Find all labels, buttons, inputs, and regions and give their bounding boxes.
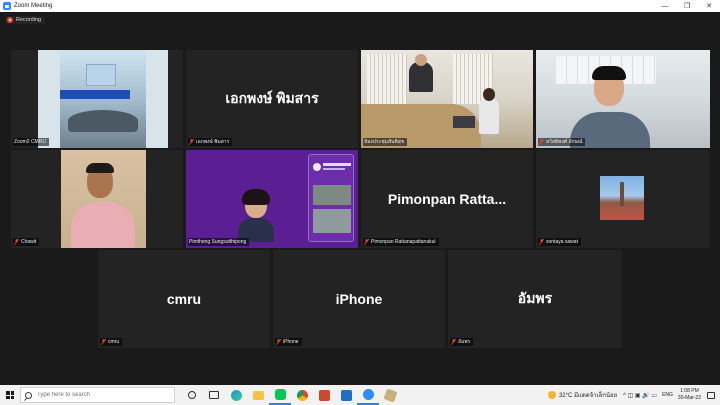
taskbar-apps: [181, 385, 401, 405]
window-title: Zoom Meeting: [14, 3, 53, 9]
participant-name-tag: Chawit: [13, 238, 40, 246]
participant-name: sontaya sawat: [546, 239, 578, 245]
participant-name-tag: Pimthong Sungsutthipong: [188, 238, 250, 246]
participant-name-tag: Zoom2 CMRU: [13, 138, 49, 146]
participant-display-name: Pimonpan Ratta...: [387, 191, 507, 207]
participant-video: [186, 150, 358, 248]
participant-tile-iphone[interactable]: iPhone iPhone: [273, 250, 445, 348]
muted-mic-icon: [539, 139, 544, 145]
participant-tile-meeting-room[interactable]: ห้องประชุมสันติสุข: [361, 50, 533, 148]
sun-icon: [547, 391, 556, 399]
zoom-taskbar-icon[interactable]: [357, 385, 379, 405]
participant-name: ห้องประชุมสันติสุข: [364, 139, 405, 145]
participant-name: สวัสดิพงศ์ ลักษณ์: [546, 139, 583, 145]
participant-tile-cmru[interactable]: cmru cmru: [98, 250, 270, 348]
participant-name-tag: iPhone: [275, 338, 302, 346]
zoom-app-icon: [3, 2, 11, 10]
participant-display-name: เอกพงษ์ พิมสาร: [225, 90, 319, 106]
participant-display-name: อัมพร: [517, 290, 553, 306]
participant-name: Pimonpan Rattanapattanakul: [371, 239, 436, 245]
participant-tile-pimthong[interactable]: Pimthong Sungsutthipong: [186, 150, 358, 248]
maximize-icon[interactable]: ❐: [676, 0, 698, 12]
muted-mic-icon: [276, 339, 281, 345]
weather-widget[interactable]: 32°C มีแดดจ้าเล็กน้อย: [547, 390, 618, 400]
powerpoint-icon[interactable]: [313, 385, 335, 405]
muted-mic-icon: [14, 239, 19, 245]
participant-tile-pimonpan[interactable]: Pimonpan Ratta... Pimonpan Rattanapattan…: [361, 150, 533, 248]
system-tray: 32°C มีแดดจ้าเล็กน้อย ^ ◫ ▣ 🔊 ▭ ENG 1:08…: [547, 385, 720, 405]
participant-name: Pimthong Sungsutthipong: [189, 239, 247, 245]
tray-icons[interactable]: ^ ◫ ▣ 🔊 ▭: [623, 392, 657, 399]
chrome-icon[interactable]: [291, 385, 313, 405]
muted-mic-icon: [451, 339, 456, 345]
edge-icon[interactable]: [225, 385, 247, 405]
record-icon: [7, 17, 13, 23]
participant-tile-amporn[interactable]: อัมพร อัมพร: [448, 250, 622, 348]
participant-video: [38, 50, 168, 148]
participant-video: [361, 50, 533, 148]
clock-date: 30-Mar-22: [677, 395, 701, 401]
windows-start-icon[interactable]: [0, 385, 20, 405]
zoom-window: Zoom Meeting — ❐ ✕ Recording Zoom2 CMRU …: [0, 0, 720, 405]
participant-name-tag: sontaya sawat: [538, 238, 581, 246]
task-view-icon[interactable]: [203, 385, 225, 405]
participant-display-name: iPhone: [335, 291, 383, 307]
muted-mic-icon: [101, 339, 106, 345]
participant-name: iPhone: [283, 339, 299, 345]
clock-time: 1:08 PM: [680, 388, 699, 394]
participant-tile-row1-right[interactable]: สวัสดิพงศ์ ลักษณ์: [536, 50, 710, 148]
file-explorer-icon[interactable]: [247, 385, 269, 405]
participant-name: Zoom2 CMRU: [14, 139, 46, 145]
participant-tile-ekapong[interactable]: เอกพงษ์ พิมสาร เอกพงษ์ พิมสาร: [186, 50, 358, 148]
windows-taskbar: 32°C มีแดดจ้าเล็กน้อย ^ ◫ ▣ 🔊 ▭ ENG 1:08…: [0, 385, 720, 405]
participant-name: cmru: [108, 339, 120, 345]
participant-display-name: cmru: [166, 291, 202, 307]
participant-name-tag: cmru: [100, 338, 123, 346]
participant-name: เอกพงษ์ พิมสาร: [196, 139, 230, 145]
window-controls: — ❐ ✕: [654, 0, 720, 12]
taskbar-search[interactable]: [20, 387, 175, 403]
notification-icon[interactable]: [707, 391, 715, 399]
close-icon[interactable]: ✕: [698, 0, 720, 12]
recording-indicator[interactable]: Recording: [5, 16, 46, 24]
participant-name: อัมพร: [458, 339, 471, 345]
muted-mic-icon: [364, 239, 369, 245]
muted-mic-icon: [189, 139, 194, 145]
participant-name-tag: Pimonpan Rattanapattanakul: [363, 238, 439, 246]
participant-video: [600, 176, 644, 220]
taskbar-clock[interactable]: 1:08 PM 30-Mar-22: [678, 388, 701, 402]
taskbar-search-input[interactable]: [37, 392, 167, 398]
outlook-icon[interactable]: [335, 385, 357, 405]
input-language[interactable]: ENG: [662, 392, 673, 398]
participant-name-tag: เอกพงษ์ พิมสาร: [188, 138, 233, 146]
participant-tile-chawit[interactable]: Chawit: [11, 150, 183, 248]
minimize-icon[interactable]: —: [654, 0, 676, 12]
participant-tile-sontaya[interactable]: sontaya sawat: [536, 150, 710, 248]
participant-name-tag: อัมพร: [450, 338, 474, 346]
participant-name-tag: ห้องประชุมสันติสุข: [363, 138, 408, 146]
muted-mic-icon: [539, 239, 544, 245]
line-app-icon[interactable]: [269, 385, 291, 405]
participant-video: [536, 50, 710, 148]
search-icon: [25, 391, 32, 399]
recording-label: Recording: [16, 17, 42, 23]
participant-video: [61, 150, 146, 248]
app-icon[interactable]: [379, 385, 401, 405]
cortana-icon[interactable]: [181, 385, 203, 405]
participant-name-tag: สวัสดิพงศ์ ลักษณ์: [538, 138, 586, 146]
participant-tile-zoom2[interactable]: Zoom2 CMRU: [11, 50, 183, 148]
title-bar: Zoom Meeting — ❐ ✕: [0, 0, 720, 12]
weather-text: 32°C มีแดดจ้าเล็กน้อย: [558, 393, 618, 399]
participant-name: Chawit: [21, 239, 37, 245]
